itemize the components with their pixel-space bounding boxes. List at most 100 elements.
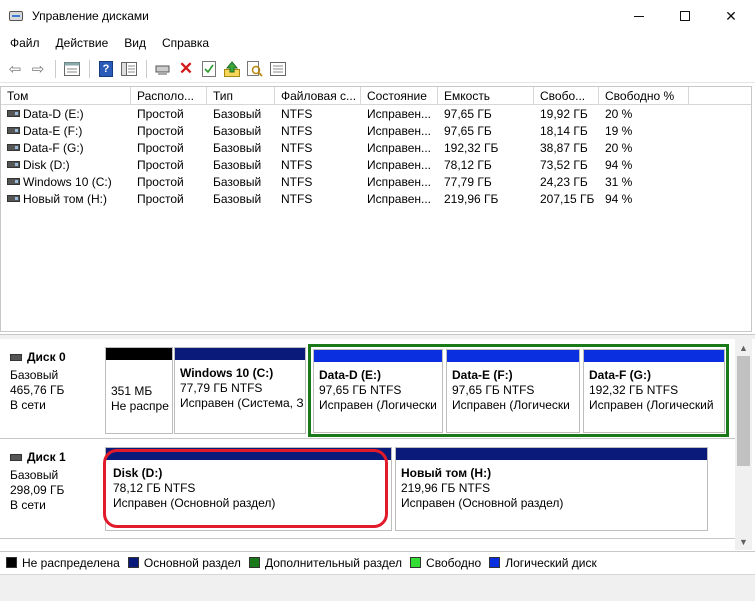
cell-filesystem: NTFS <box>281 158 313 172</box>
partition-data-d[interactable]: Data-D (E:) 97,65 ГБ NTFS Исправен (Логи… <box>313 349 443 433</box>
close-icon: ✕ <box>725 7 737 24</box>
menu-view[interactable]: Вид <box>116 36 154 50</box>
checklist-button[interactable] <box>198 58 220 80</box>
cell-layout: Простой <box>137 141 184 155</box>
partition-size: 77,79 ГБ NTFS <box>180 381 263 395</box>
legend-label: Логический диск <box>505 555 597 570</box>
disk-1-label[interactable]: Диск 1 Базовый 298,09 ГБ В сети <box>0 450 103 513</box>
legend-label: Свободно <box>426 555 482 570</box>
partition-bar <box>314 350 442 362</box>
cell-status: Исправен... <box>367 158 432 172</box>
find-button[interactable] <box>244 58 266 80</box>
minimize-icon <box>634 15 644 17</box>
cell-free-percent: 94 % <box>605 192 633 206</box>
table-row[interactable]: Data-D (E:) Простой Базовый NTFS Исправе… <box>1 106 751 123</box>
vertical-scrollbar[interactable]: ▲ ▼ <box>735 339 752 550</box>
cell-type: Базовый <box>213 141 262 155</box>
cell-volume: Data-D (E:) <box>1 106 131 123</box>
column-header-layout[interactable]: Располо... <box>131 87 207 105</box>
cell-status: Исправен... <box>367 124 432 138</box>
table-row[interactable]: Data-F (G:) Простой Базовый NTFS Исправе… <box>1 140 751 157</box>
legend-label: Не распределена <box>22 555 120 570</box>
close-button[interactable]: ✕ <box>708 0 754 32</box>
forward-icon: ⇨ <box>31 60 45 78</box>
view-icon <box>121 61 137 76</box>
partition-unallocated[interactable]: 351 МБ Не распре <box>105 347 173 434</box>
partition-title: Новый том (H:) <box>401 466 492 480</box>
view-button[interactable] <box>118 58 140 80</box>
legend-label: Основной раздел <box>143 555 241 570</box>
partition-windows-c[interactable]: Windows 10 (C:) 77,79 ГБ NTFS Исправен (… <box>174 347 306 434</box>
legend-swatch <box>489 557 501 568</box>
scroll-down-icon[interactable]: ▼ <box>735 533 752 550</box>
title-bar: Управление дисками ✕ <box>0 0 755 32</box>
toolbar-separator <box>146 59 147 78</box>
connect-icon <box>155 65 170 74</box>
back-button[interactable]: ⇦ <box>4 58 26 80</box>
cell-volume-name: Disk (D:) <box>23 158 70 172</box>
properties-button[interactable] <box>61 58 83 80</box>
forward-button[interactable]: ⇨ <box>27 58 49 80</box>
help-icon: ? <box>99 60 113 77</box>
column-header-free-percent[interactable]: Свободно % <box>599 87 689 105</box>
cell-free-percent: 19 % <box>605 124 633 138</box>
table-row[interactable]: Disk (D:) Простой Базовый NTFS Исправен.… <box>1 157 751 174</box>
table-row[interactable]: Windows 10 (C:) Простой Базовый NTFS Исп… <box>1 174 751 191</box>
toolbar-separator <box>55 59 56 78</box>
column-header-filesystem[interactable]: Файловая с... <box>275 87 361 105</box>
disk-row-divider <box>0 538 735 539</box>
cell-capacity: 78,12 ГБ <box>444 158 492 172</box>
partition-info: Data-D (E:) 97,65 ГБ NTFS Исправен (Логи… <box>319 368 440 413</box>
cell-filesystem: NTFS <box>281 141 313 155</box>
delete-button[interactable]: ✕ <box>175 58 197 80</box>
menu-help[interactable]: Справка <box>154 36 217 50</box>
column-header-type[interactable]: Тип <box>207 87 275 105</box>
disk-0-label[interactable]: Диск 0 Базовый 465,76 ГБ В сети <box>0 350 103 413</box>
partition-data-f[interactable]: Data-F (G:) 192,32 ГБ NTFS Исправен (Лог… <box>583 349 725 433</box>
upload-button[interactable] <box>221 58 243 80</box>
table-row[interactable]: Новый том (H:) Простой Базовый NTFS Испр… <box>1 191 751 208</box>
volume-icon <box>7 127 20 135</box>
scroll-thumb[interactable] <box>737 356 750 466</box>
column-header-free-space[interactable]: Свобо... <box>534 87 599 105</box>
maximize-button[interactable] <box>662 0 708 32</box>
partition-title: Data-D (E:) <box>319 368 381 382</box>
minimize-button[interactable] <box>616 0 662 32</box>
partition-new-volume-h[interactable]: Новый том (H:) 219,96 ГБ NTFS Исправен (… <box>395 447 708 531</box>
volume-icon <box>7 144 20 152</box>
partition-title: Data-F (G:) <box>589 368 651 382</box>
cell-capacity: 97,65 ГБ <box>444 107 492 121</box>
cell-type: Базовый <box>213 158 262 172</box>
partition-status: Исправен (Логический <box>589 398 714 412</box>
column-header-volume[interactable]: Том <box>1 87 131 105</box>
volume-icon <box>7 161 20 169</box>
menu-file[interactable]: Файл <box>0 36 48 50</box>
details-icon <box>270 61 286 76</box>
cell-volume-name: Data-E (F:) <box>23 124 83 138</box>
partition-data-e[interactable]: Data-E (F:) 97,65 ГБ NTFS Исправен (Логи… <box>446 349 580 433</box>
scroll-up-icon[interactable]: ▲ <box>735 339 752 356</box>
cell-free-space: 73,52 ГБ <box>540 158 588 172</box>
cell-layout: Простой <box>137 124 184 138</box>
status-bar <box>0 574 755 601</box>
partition-size: 351 МБ <box>111 384 153 398</box>
cell-free-percent: 31 % <box>605 175 633 189</box>
connect-button[interactable] <box>152 58 174 80</box>
table-row[interactable]: Data-E (F:) Простой Базовый NTFS Исправе… <box>1 123 751 140</box>
legend-item: Основной раздел <box>127 555 241 570</box>
volume-list[interactable]: Том Располо... Тип Файловая с... Состоян… <box>0 86 752 332</box>
disk-1-size: 298,09 ГБ <box>10 483 65 497</box>
help-button[interactable]: ? <box>95 58 117 80</box>
cell-free-percent: 20 % <box>605 107 633 121</box>
column-header-status[interactable]: Состояние <box>361 87 438 105</box>
volume-icon <box>7 110 20 118</box>
cell-filesystem: NTFS <box>281 124 313 138</box>
column-header-capacity[interactable]: Емкость <box>438 87 534 105</box>
details-button[interactable] <box>267 58 289 80</box>
menu-action[interactable]: Действие <box>48 36 117 50</box>
legend-item: Дополнительный раздел <box>248 556 402 570</box>
legend-swatch <box>127 557 139 568</box>
partition-info: Data-F (G:) 192,32 ГБ NTFS Исправен (Лог… <box>589 368 722 413</box>
back-icon: ⇦ <box>8 60 22 78</box>
cell-capacity: 219,96 ГБ <box>444 192 499 206</box>
